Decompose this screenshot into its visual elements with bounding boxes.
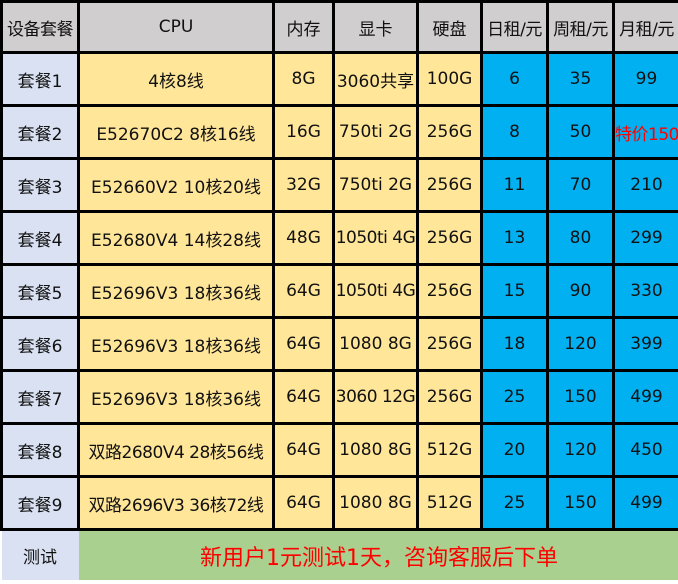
cpu-cell: E52696V3 18核36线 <box>77 369 275 425</box>
cpu-cell: E52680V4 14核28线 <box>77 210 275 266</box>
gpu-cell: 1050ti 4G <box>332 210 419 266</box>
cpu-cell: E52670C2 8核16线 <box>77 104 275 160</box>
package-name: 套餐8 <box>0 422 80 478</box>
daily-price-cell: 15 <box>480 263 549 319</box>
table-row: 套餐6 E52696V3 18核36线 64G 1080 8G 256G 18 … <box>0 316 678 372</box>
disk-cell: 256G <box>416 157 483 213</box>
weekly-price-cell: 90 <box>546 263 615 319</box>
gpu-cell: 750ti 2G <box>332 157 419 213</box>
package-name: 套餐4 <box>0 210 80 266</box>
cpu-cell: E52660V2 10核20线 <box>77 157 275 213</box>
ram-cell: 48G <box>272 210 335 266</box>
monthly-price-cell: 450 <box>612 422 678 478</box>
weekly-price-cell: 80 <box>546 210 615 266</box>
package-name: 套餐5 <box>0 263 80 319</box>
ram-cell: 16G <box>272 104 335 160</box>
gpu-cell: 1050ti 4G <box>332 263 419 319</box>
test-offer-row: 测试 新用户1元测试1天，咨询客服后下单 <box>1 528 678 580</box>
package-name: 套餐6 <box>0 316 80 372</box>
table-row: 套餐9 双路2696V3 36核72线 64G 1080 8G 512G 25 … <box>0 475 678 531</box>
disk-cell: 512G <box>416 475 483 531</box>
table-row: 套餐3 E52660V2 10核20线 32G 750ti 2G 256G 11… <box>0 157 678 213</box>
gpu-cell: 1080 8G <box>332 316 419 372</box>
test-label: 测试 <box>1 528 79 580</box>
weekly-price-cell: 120 <box>546 316 615 372</box>
ram-cell: 64G <box>272 369 335 425</box>
daily-price-cell: 25 <box>480 369 549 425</box>
package-name: 套餐7 <box>0 369 80 425</box>
daily-price-cell: 20 <box>480 422 549 478</box>
monthly-price-cell: 299 <box>612 210 678 266</box>
disk-cell: 256G <box>416 369 483 425</box>
weekly-price-cell: 150 <box>546 475 615 531</box>
weekly-price-cell: 150 <box>546 369 615 425</box>
header-row: 设备套餐 CPU 内存 显卡 硬盘 日租/元 周租/元 月租/元 <box>0 0 678 54</box>
ram-cell: 64G <box>272 475 335 531</box>
weekly-price-cell: 120 <box>546 422 615 478</box>
cpu-cell: 双路2696V3 36核72线 <box>77 475 275 531</box>
package-name: 套餐1 <box>0 51 80 107</box>
monthly-price-cell: 399 <box>612 316 678 372</box>
disk-cell: 100G <box>416 51 483 107</box>
cpu-cell: 双路2680V4 28核56线 <box>77 422 275 478</box>
ram-cell: 64G <box>272 422 335 478</box>
disk-cell: 512G <box>416 422 483 478</box>
weekly-price-cell: 70 <box>546 157 615 213</box>
daily-price-cell: 11 <box>480 157 549 213</box>
daily-price-cell: 13 <box>480 210 549 266</box>
header-package: 设备套餐 <box>0 0 80 54</box>
table-row: 套餐1 4核8线 8G 3060共享 100G 6 35 99 <box>0 51 678 107</box>
header-cpu: CPU <box>77 0 275 54</box>
disk-cell: 256G <box>416 263 483 319</box>
table-row: 套餐5 E52696V3 18核36线 64G 1050ti 4G 256G 1… <box>0 263 678 319</box>
header-daily-rent: 日租/元 <box>480 0 549 54</box>
table-row: 套餐2 E52670C2 8核16线 16G 750ti 2G 256G 8 5… <box>0 104 678 160</box>
ram-cell: 64G <box>272 316 335 372</box>
new-user-promo-message: 新用户1元测试1天，咨询客服后下单 <box>78 528 678 580</box>
monthly-special-price-cell: 特价150 <box>612 104 678 160</box>
header-gpu: 显卡 <box>332 0 419 54</box>
cpu-cell: E52696V3 18核36线 <box>77 316 275 372</box>
daily-price-cell: 25 <box>480 475 549 531</box>
monthly-price-cell: 499 <box>612 369 678 425</box>
daily-price-cell: 18 <box>480 316 549 372</box>
rental-package-table: 设备套餐 CPU 内存 显卡 硬盘 日租/元 周租/元 月租/元 套餐1 4核8… <box>0 0 678 580</box>
package-name: 套餐2 <box>0 104 80 160</box>
disk-cell: 256G <box>416 104 483 160</box>
monthly-price-cell: 330 <box>612 263 678 319</box>
disk-cell: 256G <box>416 210 483 266</box>
cpu-cell: 4核8线 <box>77 51 275 107</box>
daily-price-cell: 8 <box>480 104 549 160</box>
gpu-cell: 1080 8G <box>332 475 419 531</box>
ram-cell: 8G <box>272 51 335 107</box>
monthly-price-cell: 499 <box>612 475 678 531</box>
gpu-cell: 3060共享 <box>332 51 419 107</box>
ram-cell: 32G <box>272 157 335 213</box>
monthly-price-cell: 210 <box>612 157 678 213</box>
table-row: 套餐7 E52696V3 18核36线 64G 3060 12G 256G 25… <box>0 369 678 425</box>
table-row: 套餐8 双路2680V4 28核56线 64G 1080 8G 512G 20 … <box>0 422 678 478</box>
header-disk: 硬盘 <box>416 0 483 54</box>
monthly-price-cell: 99 <box>612 51 678 107</box>
weekly-price-cell: 50 <box>546 104 615 160</box>
cpu-cell: E52696V3 18核36线 <box>77 263 275 319</box>
package-name: 套餐9 <box>0 475 80 531</box>
header-monthly-rent: 月租/元 <box>612 0 678 54</box>
header-weekly-rent: 周租/元 <box>546 0 615 54</box>
header-ram: 内存 <box>272 0 335 54</box>
table-row: 套餐4 E52680V4 14核28线 48G 1050ti 4G 256G 1… <box>0 210 678 266</box>
gpu-cell: 750ti 2G <box>332 104 419 160</box>
gpu-cell: 3060 12G <box>332 369 419 425</box>
gpu-cell: 1080 8G <box>332 422 419 478</box>
package-name: 套餐3 <box>0 157 80 213</box>
daily-price-cell: 6 <box>480 51 549 107</box>
weekly-price-cell: 35 <box>546 51 615 107</box>
disk-cell: 256G <box>416 316 483 372</box>
ram-cell: 64G <box>272 263 335 319</box>
